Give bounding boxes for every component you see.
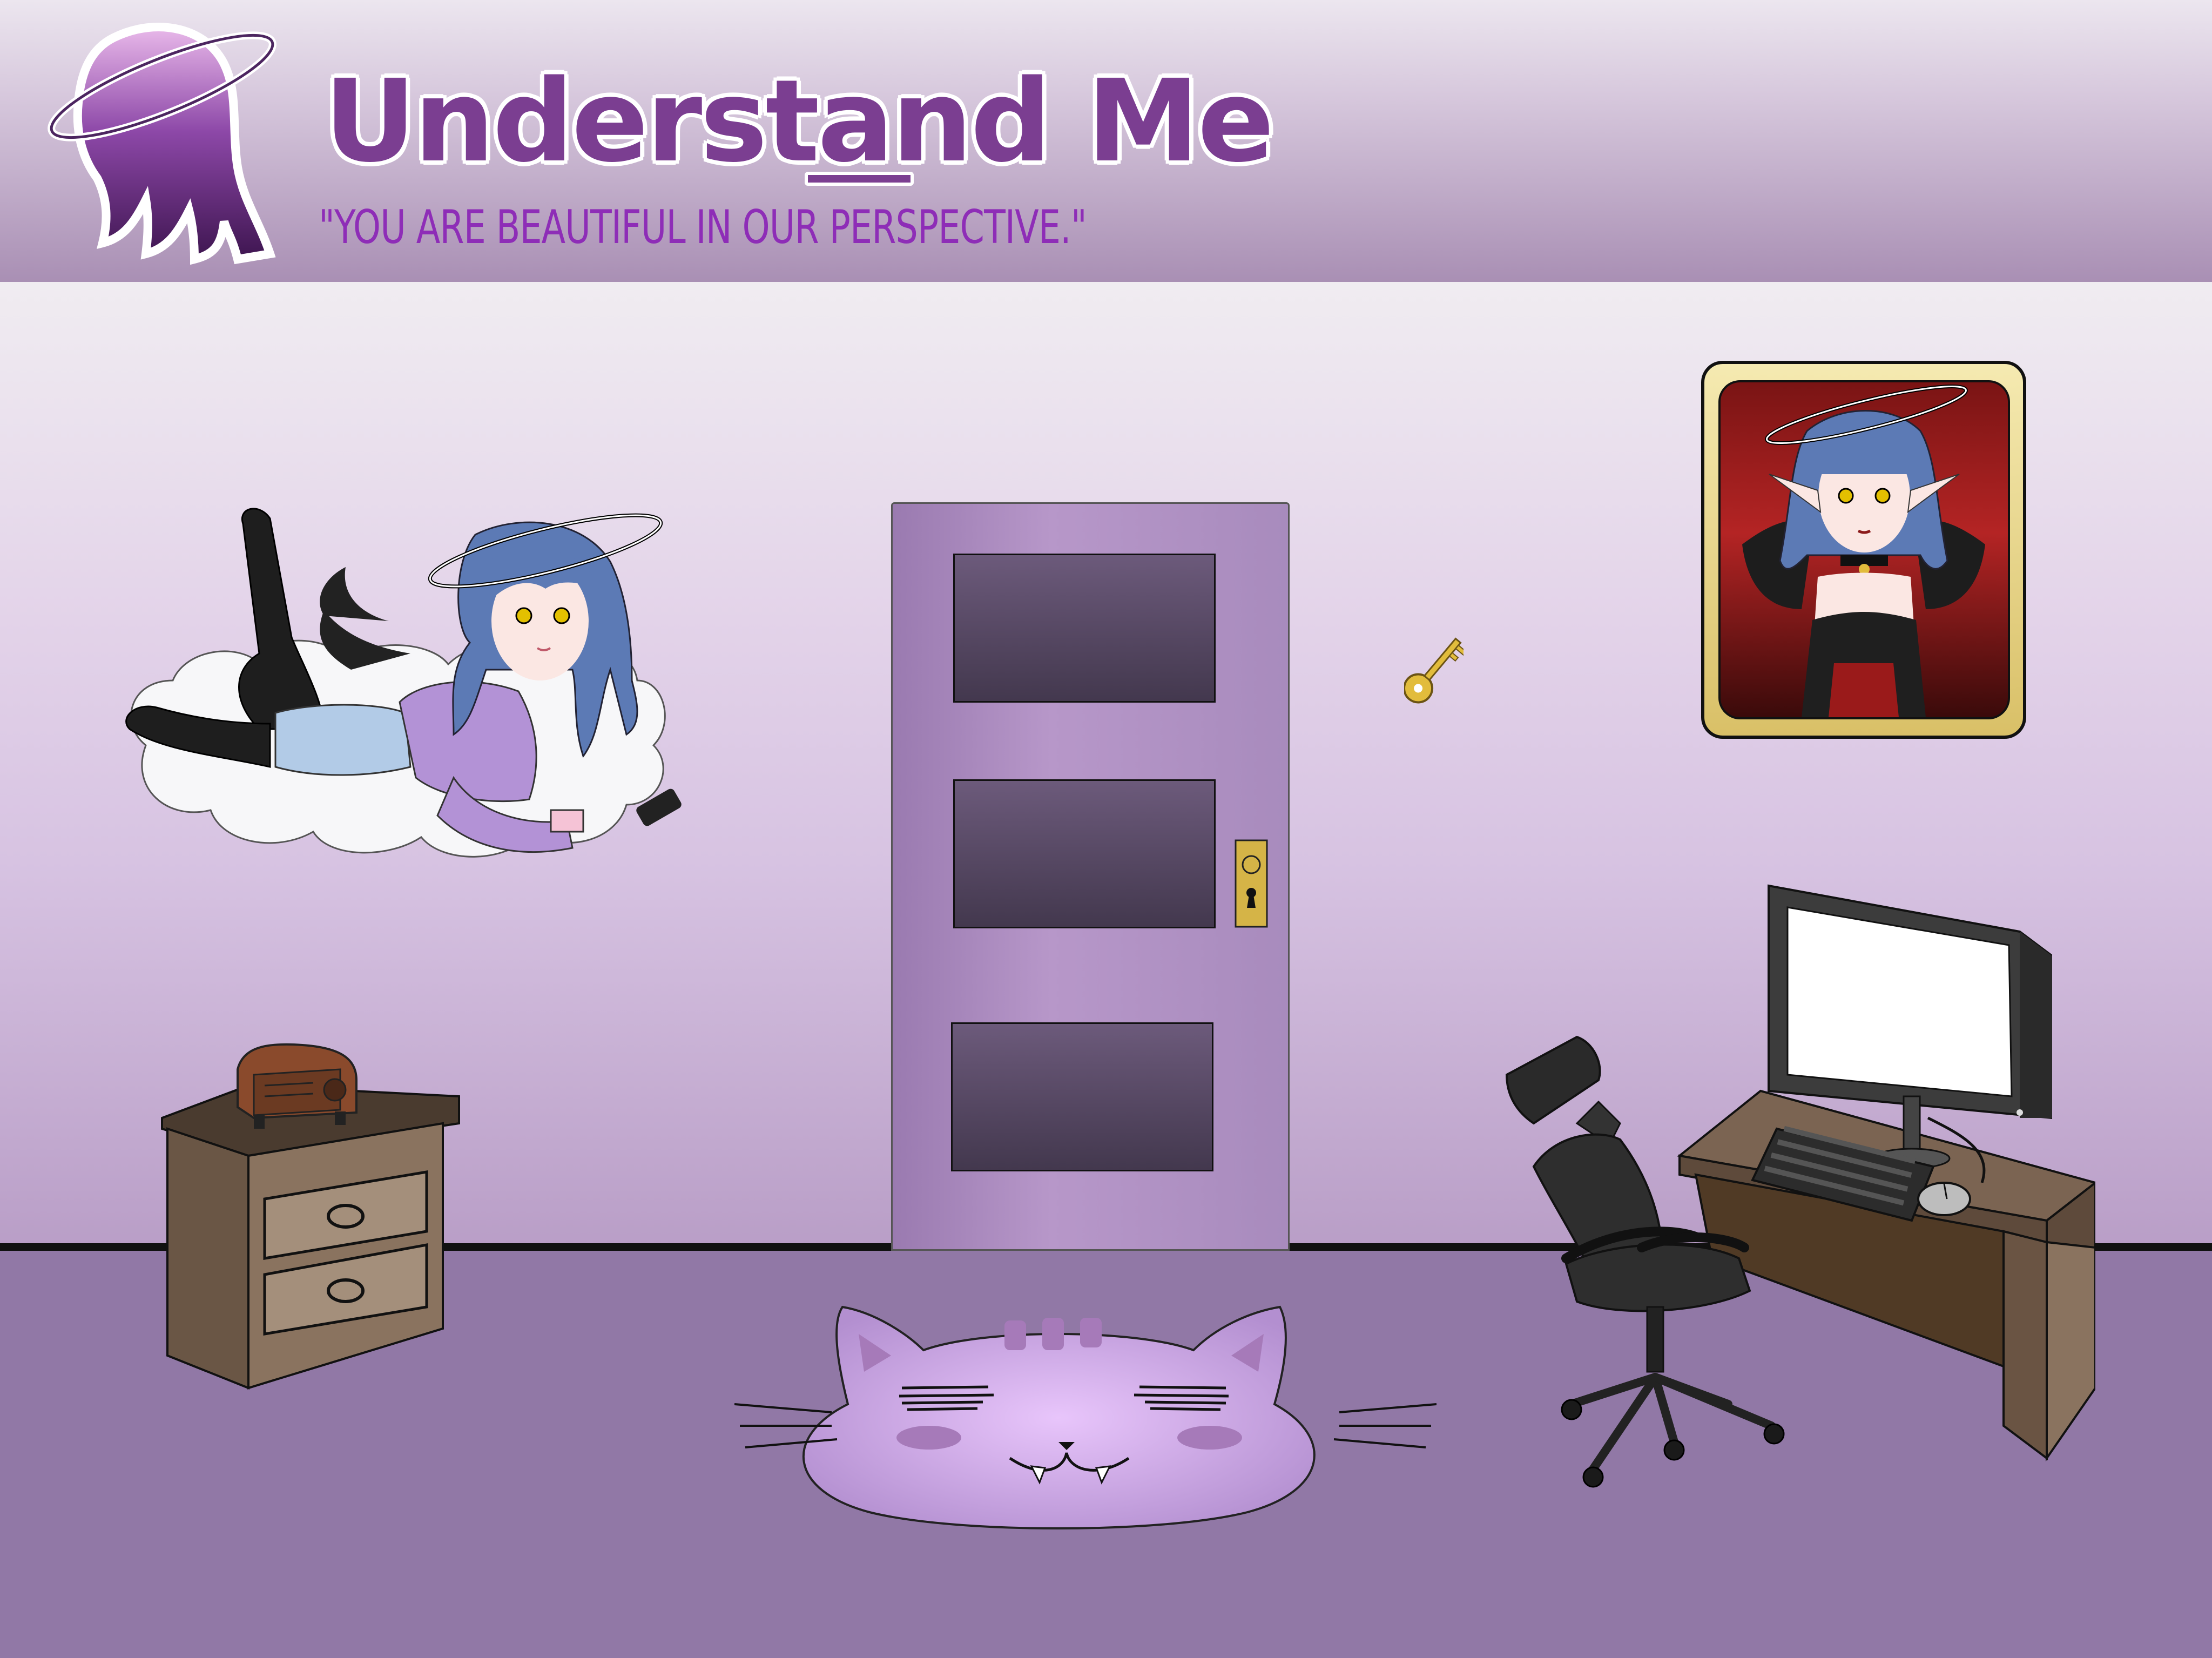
mouse-icon[interactable] [1914, 1177, 1974, 1221]
door-handle-icon[interactable] [1234, 839, 1270, 931]
door[interactable] [891, 502, 1290, 1251]
radio-icon[interactable] [232, 1037, 362, 1134]
door-panel-middle [953, 779, 1216, 928]
game-title: Understand Me [324, 55, 1274, 187]
game-scene: Understand Me "YOU ARE BEAUTIFUL IN OUR … [0, 0, 2212, 1658]
game-header: Understand Me "YOU ARE BEAUTIFUL IN OUR … [0, 0, 2212, 282]
chair-icon[interactable] [1501, 1032, 1804, 1496]
cat-rug[interactable] [729, 1296, 1442, 1534]
door-panel-bottom [951, 1022, 1213, 1171]
portrait-icon [1742, 385, 1985, 717]
cat-icon [734, 1305, 1437, 1529]
game-tagline: "YOU ARE BEAUTIFUL IN OUR PERSPECTIVE." [319, 200, 1087, 254]
girl-on-cloud[interactable] [97, 475, 713, 934]
title-underline [805, 172, 914, 186]
framed-portrait[interactable] [1701, 361, 2026, 739]
door-panel-top [953, 554, 1216, 703]
hooded-girl-halo-logo-icon [48, 23, 276, 265]
key-icon[interactable] [1404, 626, 1464, 713]
portrait-canvas [1718, 380, 2010, 719]
